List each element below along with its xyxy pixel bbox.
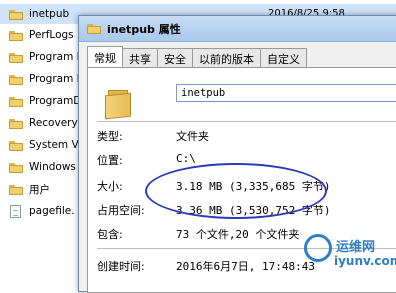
tab-security[interactable]: 安全 — [157, 48, 193, 68]
divider — [97, 121, 396, 122]
item-name: System Vo — [29, 139, 85, 151]
large-folder-icon — [105, 90, 131, 120]
watermark-logo-icon — [304, 234, 332, 262]
list-item[interactable]: Windows — [0, 157, 76, 177]
tab-customize[interactable]: 自定义 — [260, 48, 307, 68]
size-value: 3.18 MB (3,335,685 字节) — [176, 180, 331, 193]
file-icon — [10, 204, 21, 218]
item-name: Windows — [29, 161, 76, 173]
type-label: 类型: — [97, 130, 123, 143]
folder-icon — [87, 23, 101, 34]
dialog-titlebar[interactable]: inetpub 属性 — [79, 16, 396, 42]
folder-icon — [9, 30, 23, 41]
watermark-text-cn: 运维网 — [336, 240, 376, 255]
item-name: inetpub — [29, 8, 70, 20]
created-label: 创建时间: — [97, 260, 145, 273]
item-name: Program F — [29, 73, 83, 85]
folder-icon — [9, 162, 23, 173]
folder-icon — [9, 184, 23, 195]
list-item[interactable]: Program F — [0, 69, 83, 89]
tab-sharing[interactable]: 共享 — [122, 48, 158, 68]
folder-icon — [9, 96, 23, 107]
location-value: C:\ — [176, 152, 196, 165]
tab-strip: 常规 共享 安全 以前的版本 自定义 — [87, 46, 307, 68]
tab-general[interactable]: 常规 — [87, 46, 123, 68]
dialog-title: inetpub 属性 — [107, 22, 181, 36]
created-value: 2016年6月7日, 17:48:43 — [176, 260, 315, 273]
list-item[interactable]: Program F — [0, 47, 83, 67]
size-label: 大小: — [97, 180, 123, 193]
contains-label: 包含: — [97, 228, 123, 241]
disk-usage-label: 占用空间: — [97, 204, 145, 217]
tab-previous-versions[interactable]: 以前的版本 — [192, 48, 261, 68]
item-name: 用户 — [29, 183, 50, 196]
list-item[interactable]: pagefile. — [0, 201, 75, 221]
watermark-text-en: iyunv.com — [334, 254, 396, 268]
item-name: Recovery — [29, 117, 78, 129]
list-item[interactable]: 用户 — [0, 179, 50, 199]
location-label: 位置: — [97, 154, 123, 167]
folder-name-field[interactable]: inetpub — [176, 84, 396, 102]
item-name: Program F — [29, 51, 83, 63]
type-value: 文件夹 — [176, 130, 209, 143]
disk-usage-value: 3.36 MB (3,530,752 字节) — [176, 204, 331, 217]
watermark: 运维网 iyunv.com — [304, 232, 396, 276]
item-name: pagefile. — [29, 205, 75, 217]
list-item[interactable]: System Vo — [0, 135, 84, 155]
folder-icon — [9, 52, 23, 63]
list-item[interactable]: ProgramDa — [0, 91, 88, 111]
folder-icon — [9, 140, 23, 151]
folder-icon — [9, 9, 23, 20]
list-item[interactable]: PerfLogs — [0, 25, 74, 45]
folder-icon — [9, 74, 23, 85]
contains-value: 73 个文件,20 个文件夹 — [176, 228, 300, 241]
item-name: PerfLogs — [29, 29, 74, 41]
folder-icon — [9, 118, 23, 129]
list-item[interactable]: Recovery — [0, 113, 78, 133]
